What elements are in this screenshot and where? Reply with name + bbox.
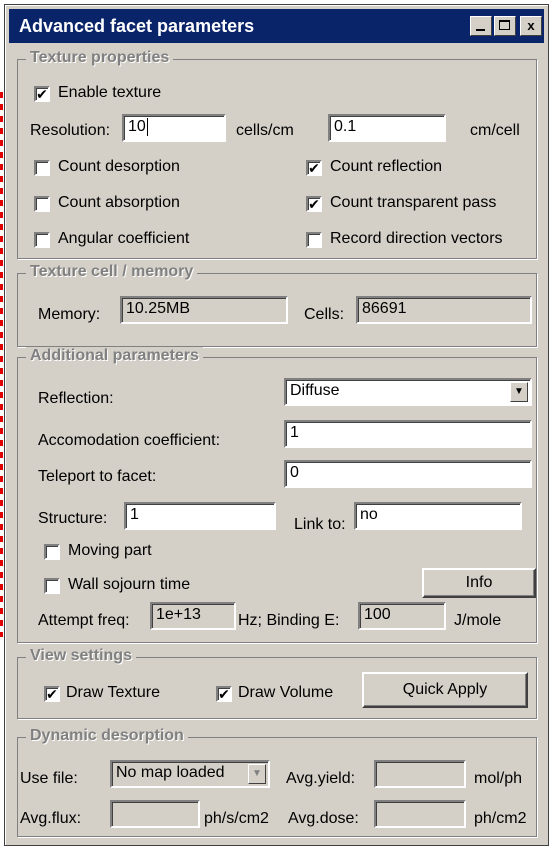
reflection-value: Diffuse bbox=[290, 382, 340, 399]
quick-apply-button[interactable]: Quick Apply bbox=[362, 672, 528, 708]
angular-coefficient-checkbox[interactable] bbox=[34, 232, 50, 248]
side-dotted-marker bbox=[0, 92, 3, 637]
avg-dose-label: Avg.dose: bbox=[288, 810, 359, 827]
draw-volume-label: Draw Volume bbox=[238, 684, 334, 701]
moving-part-checkbox[interactable] bbox=[44, 544, 60, 560]
cells-label: Cells: bbox=[304, 306, 345, 323]
use-file-label: Use file: bbox=[20, 770, 78, 787]
angular-coefficient-label: Angular coefficient bbox=[58, 230, 190, 247]
window-title: Advanced facet parameters bbox=[19, 16, 255, 36]
use-file-select[interactable]: No map loaded ▼ bbox=[110, 760, 270, 788]
use-file-value: No map loaded bbox=[116, 764, 225, 781]
texture-memory-group: Texture cell / memory Memory: 10.25MB Ce… bbox=[17, 263, 537, 347]
group-legend: Dynamic desorption bbox=[26, 727, 188, 745]
count-absorption-checkbox[interactable] bbox=[34, 196, 50, 212]
dose-unit-label: ph/cm2 bbox=[474, 810, 527, 827]
check-icon: ✔ bbox=[46, 686, 58, 702]
close-icon: x bbox=[527, 18, 535, 33]
advanced-facet-window: Advanced facet parameters x Texture prop… bbox=[4, 4, 549, 846]
draw-volume-checkbox[interactable]: ✔ bbox=[216, 686, 232, 702]
hz-binding-label: Hz; Binding E: bbox=[238, 612, 340, 629]
count-reflection-label: Count reflection bbox=[330, 158, 443, 175]
group-legend: Texture properties bbox=[26, 49, 174, 67]
memory-field: 10.25MB bbox=[120, 296, 288, 324]
structure-input[interactable]: 1 bbox=[124, 502, 276, 530]
chevron-down-icon[interactable]: ▼ bbox=[248, 764, 266, 784]
teleport-input[interactable]: 0 bbox=[284, 460, 532, 488]
group-legend: Texture cell / memory bbox=[26, 263, 198, 281]
count-transparent-label: Count transparent pass bbox=[330, 194, 497, 211]
structure-label: Structure: bbox=[38, 510, 108, 527]
avg-yield-field bbox=[374, 760, 466, 788]
check-icon: ✔ bbox=[308, 160, 320, 176]
enable-texture-checkbox[interactable]: ✔ bbox=[34, 86, 50, 102]
resolution-input[interactable]: 10 bbox=[122, 114, 226, 142]
close-button[interactable]: x bbox=[520, 16, 542, 36]
cells-unit-label: cells/cm bbox=[236, 122, 294, 139]
cm-per-cell-input[interactable]: 0.1 bbox=[328, 114, 446, 142]
group-legend: Additional parameters bbox=[26, 347, 203, 365]
teleport-label: Teleport to facet: bbox=[38, 468, 157, 485]
link-to-input[interactable]: no bbox=[354, 502, 522, 530]
memory-label: Memory: bbox=[38, 306, 101, 323]
wall-sojourn-checkbox[interactable] bbox=[44, 578, 60, 594]
count-reflection-checkbox[interactable]: ✔ bbox=[306, 160, 322, 176]
molph-label: mol/ph bbox=[474, 770, 523, 787]
moving-part-label: Moving part bbox=[68, 542, 152, 559]
reflection-select[interactable]: Diffuse ▼ bbox=[284, 378, 532, 406]
draw-texture-label: Draw Texture bbox=[66, 684, 160, 701]
flux-unit-label: ph/s/cm2 bbox=[204, 810, 269, 827]
avg-yield-label: Avg.yield: bbox=[286, 770, 356, 787]
jmole-label: J/mole bbox=[454, 612, 502, 629]
text-caret bbox=[146, 118, 148, 136]
wall-sojourn-label: Wall sojourn time bbox=[68, 576, 191, 593]
check-icon: ✔ bbox=[36, 86, 48, 102]
accomodation-label: Accomodation coefficient: bbox=[38, 432, 221, 449]
attempt-freq-input[interactable]: 1e+13 bbox=[150, 602, 236, 630]
link-to-label: Link to: bbox=[294, 516, 346, 533]
check-icon: ✔ bbox=[308, 196, 320, 212]
maximize-icon bbox=[499, 20, 510, 30]
avg-flux-label: Avg.flux: bbox=[20, 810, 82, 827]
texture-properties-group: Texture properties ✔ Enable texture Reso… bbox=[17, 49, 537, 259]
resolution-label: Resolution: bbox=[30, 122, 111, 139]
attempt-freq-label: Attempt freq: bbox=[38, 612, 130, 629]
additional-parameters-group: Additional parameters Reflection: Diffus… bbox=[17, 347, 537, 643]
info-button[interactable]: Info bbox=[422, 568, 536, 598]
group-legend: View settings bbox=[26, 647, 136, 665]
count-absorption-label: Count absorption bbox=[58, 194, 180, 211]
count-desorption-label: Count desorption bbox=[58, 158, 180, 175]
view-settings-group: View settings ✔ Draw Texture ✔ Draw Volu… bbox=[17, 647, 537, 719]
minimize-icon bbox=[476, 29, 485, 31]
avg-dose-field bbox=[374, 800, 466, 828]
title-bar[interactable]: Advanced facet parameters x bbox=[9, 9, 544, 43]
count-desorption-checkbox[interactable] bbox=[34, 160, 50, 176]
record-direction-label: Record direction vectors bbox=[330, 230, 503, 247]
enable-texture-label: Enable texture bbox=[58, 84, 162, 101]
maximize-button[interactable] bbox=[494, 16, 516, 36]
minimize-button[interactable] bbox=[470, 16, 492, 36]
resolution-value: 10 bbox=[128, 118, 146, 135]
record-direction-checkbox[interactable] bbox=[306, 232, 322, 248]
accomodation-input[interactable]: 1 bbox=[284, 420, 532, 448]
avg-flux-field bbox=[110, 800, 200, 828]
count-transparent-checkbox[interactable]: ✔ bbox=[306, 196, 322, 212]
binding-energy-input[interactable]: 100 bbox=[358, 602, 446, 630]
chevron-down-icon[interactable]: ▼ bbox=[510, 382, 528, 402]
cells-field: 86691 bbox=[356, 296, 532, 324]
dynamic-desorption-group: Dynamic desorption Use file: No map load… bbox=[17, 727, 537, 837]
reflection-label: Reflection: bbox=[38, 390, 114, 407]
cm-unit-label: cm/cell bbox=[470, 122, 520, 139]
check-icon: ✔ bbox=[218, 686, 230, 702]
draw-texture-checkbox[interactable]: ✔ bbox=[44, 686, 60, 702]
